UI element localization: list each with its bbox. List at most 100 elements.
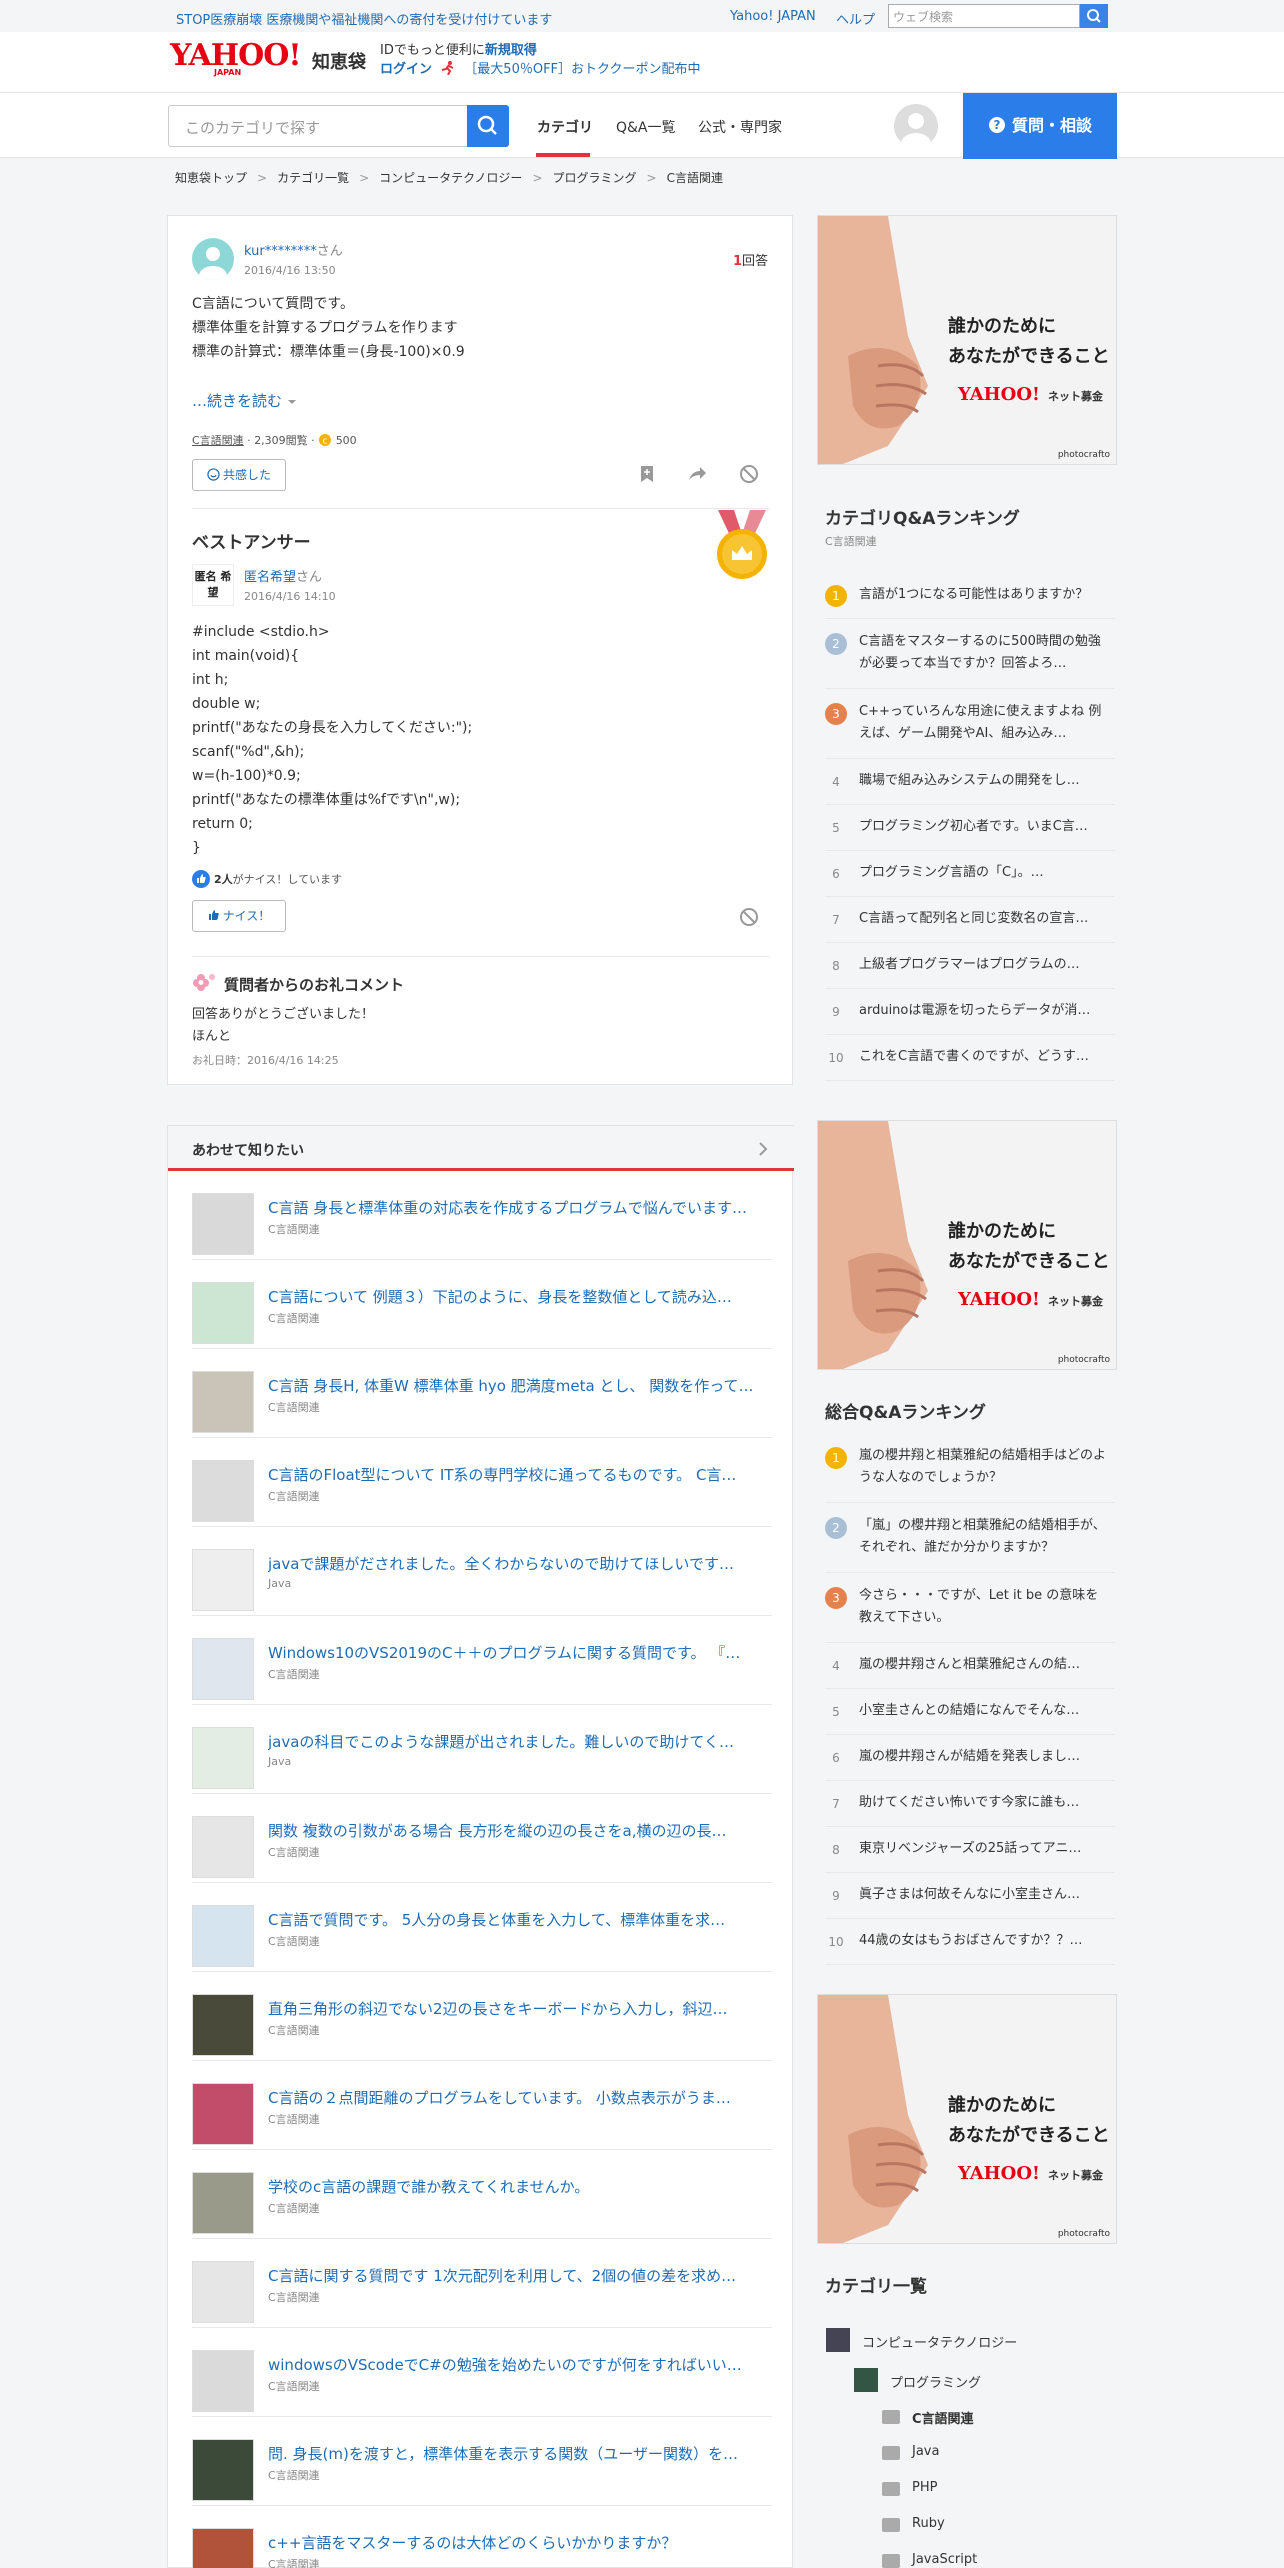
related-item[interactable]: 問. 身長(m)を渡すと，標準体重を表示する関数（ユーザー関数）を… C言語関連: [192, 2417, 772, 2506]
related-title[interactable]: 直角三角形の斜辺でない2辺の長さをキーボードから入力し，斜辺…: [268, 1998, 772, 2019]
breadcrumb-item[interactable]: コンピュータテクノロジー: [379, 171, 522, 185]
ranking-item[interactable]: 9 arduinoは電源を切ったらデータが消…: [825, 989, 1115, 1035]
related-title[interactable]: javaで課題がだされました。全くわからないので助けてほしいです…: [268, 1553, 772, 1574]
yahoo-japan-link[interactable]: Yahoo! JAPAN: [730, 9, 816, 24]
nice-button[interactable]: ナイス！: [192, 900, 286, 932]
ranking-item[interactable]: 8 東京リベンジャーズの25話ってアニ…: [825, 1827, 1115, 1873]
related-item[interactable]: javaで課題がだされました。全くわからないので助けてほしいです… Java: [192, 1527, 772, 1616]
ranking-item[interactable]: 4 職場で組み込みシステムの開発をし…: [825, 759, 1115, 805]
share-icon[interactable]: [686, 463, 708, 485]
related-title[interactable]: C言語で質問です。 5人分の身長と体重を入力して、標準体重を求…: [268, 1909, 772, 1930]
related-title[interactable]: 問. 身長(m)を渡すと，標準体重を表示する関数（ユーザー関数）を…: [268, 2443, 772, 2464]
signup-link[interactable]: 新規取得: [485, 43, 537, 58]
user-avatar[interactable]: [894, 104, 938, 148]
question-category-link[interactable]: C言語関連: [192, 434, 244, 447]
tab-official-experts[interactable]: 公式・専門家: [698, 117, 782, 137]
category-item[interactable]: C言語関連: [912, 2408, 974, 2427]
related-item[interactable]: 関数 複数の引数がある場合 長方形を縦の辺の長さをa,横の辺の長… C言語関連: [192, 1794, 772, 1883]
ranking-item[interactable]: 9 眞子さまは何故そんなに小室圭さん…: [825, 1873, 1115, 1919]
logo-japan: JAPAN: [214, 68, 242, 77]
ranking-item[interactable]: 10 44歳の女はもうおばさんですか？？…: [825, 1919, 1115, 1965]
breadcrumb-item[interactable]: 知恵袋トップ: [175, 171, 247, 185]
ranking-item[interactable]: 7 助けてください怖いです今家に誰も…: [825, 1781, 1115, 1827]
category-programming[interactable]: プログラミング: [890, 2372, 981, 2391]
read-more-link[interactable]: …続きを読む: [192, 390, 297, 411]
category-item[interactable]: JavaScript: [912, 2552, 977, 2567]
related-title[interactable]: javaの科目でこのような課題が出されました。難しいので助けてく…: [268, 1731, 772, 1752]
ranking-item[interactable]: 5 プログラミング初心者です。いまC言…: [825, 805, 1115, 851]
ask-question-button[interactable]: ? 質問・相談: [963, 93, 1117, 159]
ranking-item[interactable]: 6 プログラミング言語の「C」。…: [825, 851, 1115, 897]
related-title[interactable]: Windows10のVS2019のC＋＋のプログラムに関する質問です。 『…: [268, 1642, 772, 1663]
category-item[interactable]: PHP: [912, 2480, 937, 2495]
related-title[interactable]: C言語に関する質問です 1次元配列を利用して、2個の値の差を求め…: [268, 2265, 772, 2286]
related-title[interactable]: c++言語をマスターするのは大体どのくらいかかりますか？: [268, 2532, 772, 2553]
category-search-input[interactable]: このカテゴリで探す: [168, 105, 468, 147]
related-item[interactable]: C言語に関する質問です 1次元配列を利用して、2個の値の差を求め… C言語関連: [192, 2239, 772, 2328]
help-link[interactable]: ヘルプ: [836, 9, 875, 28]
related-header[interactable]: あわせて知りたい: [168, 1125, 794, 1171]
login-link[interactable]: ログイン: [380, 62, 432, 77]
donation-notice-link[interactable]: STOP医療崩壊 医療機関や福祉機関への寄付を受け付けています: [176, 9, 552, 28]
category-search-button[interactable]: [467, 105, 509, 147]
breadcrumb-item[interactable]: カテゴリ一覧: [277, 171, 349, 185]
view-count: 2,309閲覧: [254, 434, 308, 447]
related-item[interactable]: C言語について 例題３）下記のように、身長を整数値として読み込… C言語関連: [192, 1260, 772, 1349]
ranking-item[interactable]: 2 「嵐」の櫻井翔と相葉雅紀の結婚相手が、それぞれ、誰だか分かりますか？: [825, 1503, 1115, 1573]
ranking-item[interactable]: 3 今さら・・・ですが、Let it be の意味を教えて下さい。: [825, 1573, 1115, 1643]
donation-ad-banner[interactable]: 誰かのために あなたができること YAHOO! ネット募金 photocrafto: [817, 1994, 1117, 2244]
related-item[interactable]: Windows10のVS2019のC＋＋のプログラムに関する質問です。 『… C言…: [192, 1616, 772, 1705]
answer-count[interactable]: 1回答: [733, 250, 768, 269]
related-title[interactable]: C言語について 例題３）下記のように、身長を整数値として読み込…: [268, 1286, 772, 1307]
related-item[interactable]: C言語 身長と標準体重の対応表を作成するプログラムで悩んでいます… C言語関連: [192, 1171, 772, 1260]
related-item[interactable]: c++言語をマスターするのは大体どのくらいかかりますか？ C言語関連: [192, 2506, 772, 2568]
coupon-link[interactable]: ［最大50％OFF］おトククーポン配布中: [464, 62, 700, 77]
bookmark-icon[interactable]: [636, 463, 658, 485]
donation-ad-banner[interactable]: 誰かのために あなたができること YAHOO! ネット募金 photocrafto: [817, 215, 1117, 465]
web-search-button[interactable]: [1080, 4, 1108, 28]
ranking-item[interactable]: 2 C言語をマスターするのに500時間の勉強が必要って本当ですか？回答よろ…: [825, 619, 1115, 689]
ranking-item[interactable]: 5 小室圭さんとの結婚になんでそんな…: [825, 1689, 1115, 1735]
chiebukuro-logo[interactable]: YAHOO! JAPAN 知恵袋: [170, 40, 366, 80]
related-item[interactable]: C言語のFloat型について IT系の専門学校に通ってるものです。 C言… C言語…: [192, 1438, 772, 1527]
related-item[interactable]: C言語 身長H, 体重W 標準体重 hyo 肥満度meta とし、 関数を作って…: [192, 1349, 772, 1438]
ranking-title: C言語って配列名と同じ変数名の宣言…: [859, 911, 1089, 926]
ranking-item[interactable]: 7 C言語って配列名と同じ変数名の宣言…: [825, 897, 1115, 943]
tab-qa-list[interactable]: Q&A一覧: [616, 117, 676, 137]
empathy-button[interactable]: 共感した: [192, 459, 286, 491]
ranking-item[interactable]: 8 上級者プログラマーはプログラムの…: [825, 943, 1115, 989]
ranking-item[interactable]: 1 言語が1つになる可能性はありますか？: [825, 573, 1115, 619]
answerer-name[interactable]: 匿名希望: [244, 570, 296, 585]
related-title[interactable]: windowsのVScodeでC#の勉強を始めたいのですが何をすればいい…: [268, 2354, 772, 2375]
donation-ad-banner[interactable]: 誰かのために あなたができること YAHOO! ネット募金 photocrafto: [817, 1120, 1117, 1370]
related-title[interactable]: 学校のc言語の課題で誰か教えてくれませんか。: [268, 2176, 772, 2197]
report-icon[interactable]: [738, 463, 760, 485]
category-computer-tech[interactable]: コンピュータテクノロジー: [862, 2332, 1017, 2351]
ranking-item[interactable]: 6 嵐の櫻井翔さんが結婚を発表しまし…: [825, 1735, 1115, 1781]
questioner-avatar[interactable]: [192, 238, 234, 280]
web-search-input[interactable]: ウェブ検索: [888, 4, 1080, 28]
breadcrumb-item[interactable]: プログラミング: [553, 171, 637, 185]
related-item[interactable]: windowsのVScodeでC#の勉強を始めたいのですが何をすればいい… C言語…: [192, 2328, 772, 2417]
ad-brand: YAHOO!: [958, 2163, 1040, 2184]
related-title[interactable]: C言語の２点間距離のプログラムをしています。 小数点表示がうま…: [268, 2087, 772, 2108]
related-item[interactable]: 直角三角形の斜辺でない2辺の長さをキーボードから入力し，斜辺… C言語関連: [192, 1972, 772, 2061]
related-item[interactable]: C言語で質問です。 5人分の身長と体重を入力して、標準体重を求… C言語関連: [192, 1883, 772, 1972]
category-item[interactable]: Java: [912, 2444, 939, 2459]
ranking-item[interactable]: 1 嵐の櫻井翔と相葉雅紀の結婚相手はどのような人なのでしょうか？: [825, 1433, 1115, 1503]
category-item[interactable]: Ruby: [912, 2516, 945, 2531]
related-title[interactable]: C言語のFloat型について IT系の専門学校に通ってるものです。 C言…: [268, 1464, 772, 1485]
ranking-item[interactable]: 10 これをC言語で書くのですが、どうす…: [825, 1035, 1115, 1081]
report-icon[interactable]: [738, 906, 760, 928]
ranking-item[interactable]: 3 C++っていろんな用途に使えますよね 例えば、ゲーム開発やAI、組み込み…: [825, 689, 1115, 759]
answerer-avatar[interactable]: 匿名 希望: [192, 564, 234, 606]
related-item[interactable]: 学校のc言語の課題で誰か教えてくれませんか。 C言語関連: [192, 2150, 772, 2239]
related-title[interactable]: C言語 身長H, 体重W 標準体重 hyo 肥満度meta とし、 関数を作って…: [268, 1375, 772, 1396]
related-title[interactable]: 関数 複数の引数がある場合 長方形を縦の辺の長さをa,横の辺の長…: [268, 1820, 772, 1841]
questioner-name[interactable]: kur********: [244, 244, 317, 259]
ranking-item[interactable]: 4 嵐の櫻井翔さんと相葉雅紀さんの結…: [825, 1643, 1115, 1689]
related-title[interactable]: C言語 身長と標準体重の対応表を作成するプログラムで悩んでいます…: [268, 1197, 772, 1218]
related-item[interactable]: javaの科目でこのような課題が出されました。難しいので助けてく… Java: [192, 1705, 772, 1794]
related-item[interactable]: C言語の２点間距離のプログラムをしています。 小数点表示がうま… C言語関連: [192, 2061, 772, 2150]
tab-category[interactable]: カテゴリ: [537, 117, 593, 137]
